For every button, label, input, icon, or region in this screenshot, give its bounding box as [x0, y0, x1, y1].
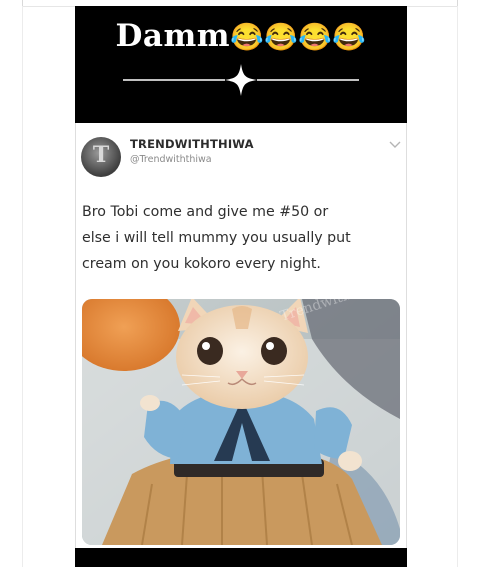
frame-line-left [22, 6, 23, 567]
cat-photo: Trendwiththiwa [82, 299, 400, 545]
tweet-photo[interactable]: Trendwiththiwa [82, 299, 400, 545]
page: Damm😂😂😂😂 T TRENDWITHTHIWA @Trendwiththiw… [0, 0, 480, 567]
frame-line-right [457, 6, 458, 567]
sparkle-divider-icon [123, 64, 359, 96]
meme-bottom-bar [75, 548, 407, 567]
display-name[interactable]: TRENDWITHTHIWA [130, 137, 254, 151]
laughing-emoji-icons: 😂😂😂😂 [230, 22, 367, 53]
avatar[interactable]: T [81, 137, 121, 177]
tweet-text-line: cream on you kokoro every night. [82, 256, 321, 272]
meme-image: Damm😂😂😂😂 T TRENDWITHTHIWA @Trendwiththiw… [75, 6, 407, 567]
user-handle[interactable]: @Trendwiththiwa [130, 154, 212, 165]
tweet-text-line: Bro Tobi come and give me #50 or [82, 204, 329, 220]
meme-title-text: Damm [115, 18, 231, 54]
chevron-down-icon[interactable] [389, 140, 401, 150]
tweet-card: T TRENDWITHTHIWA @Trendwiththiwa Bro Tob… [75, 123, 407, 548]
tweet-text-line: else i will tell mummy you usually put [82, 230, 351, 246]
avatar-letter: T [92, 142, 110, 168]
meme-title: Damm😂😂😂😂 [75, 18, 407, 54]
tweet-text: Bro Tobi come and give me #50 or else i … [82, 199, 400, 277]
meme-header: Damm😂😂😂😂 [75, 6, 407, 123]
